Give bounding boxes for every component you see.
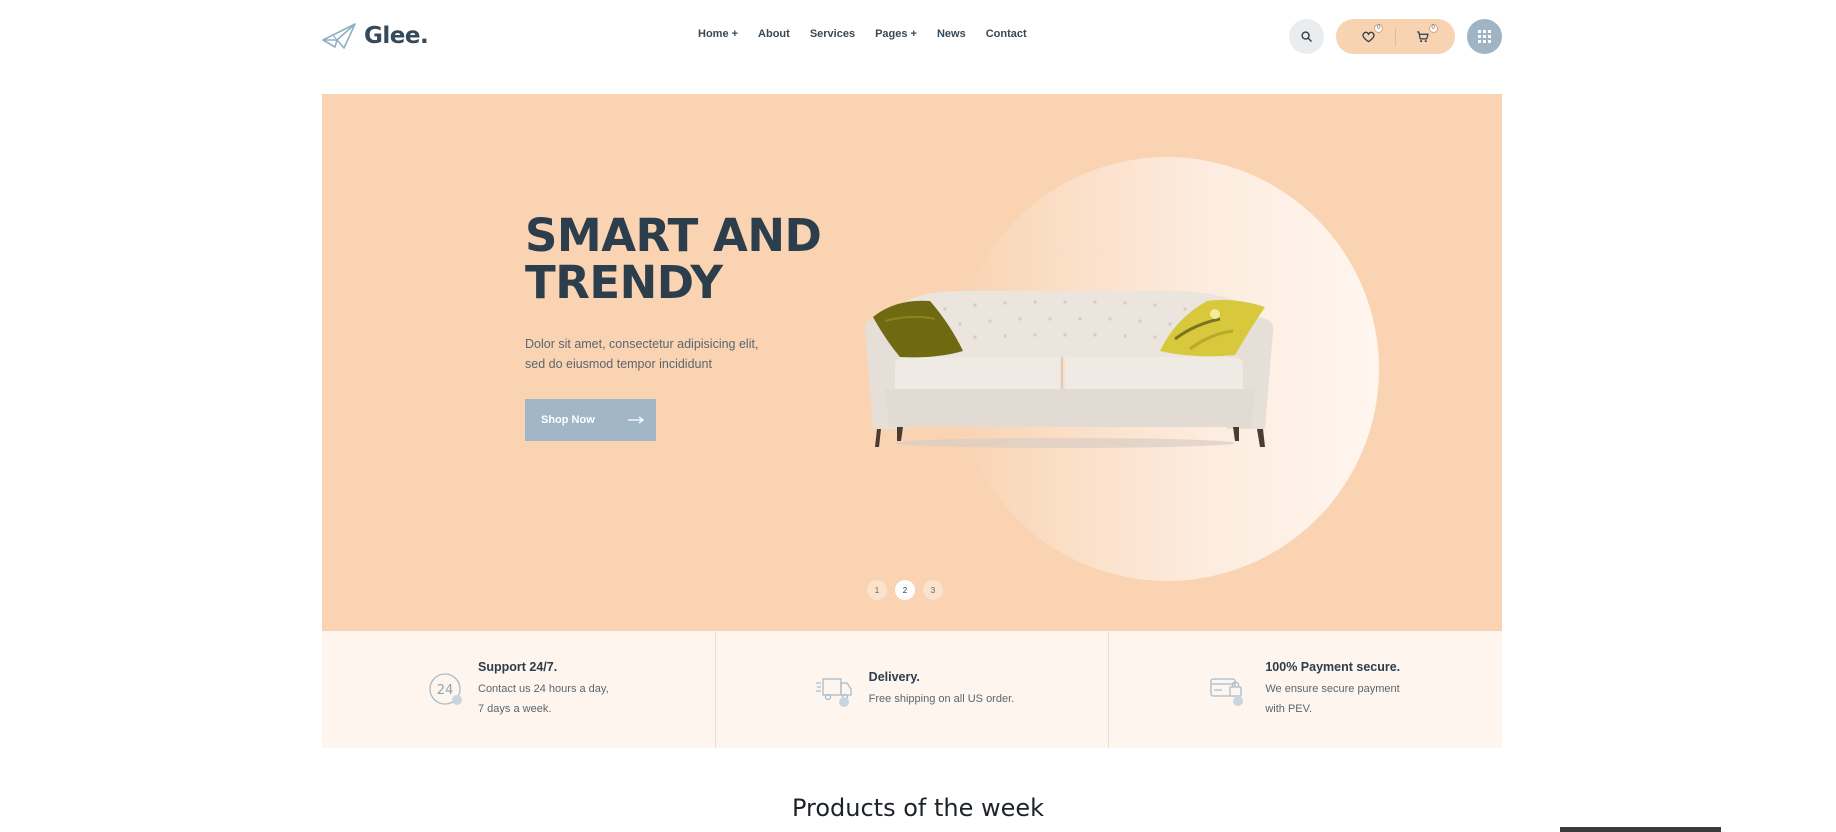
nav-news[interactable]: News xyxy=(937,28,966,40)
nav-services[interactable]: Services xyxy=(810,28,855,40)
grid-menu-icon xyxy=(1478,30,1491,43)
feature-support: 24 Support 24/7. Contact us 24 hours a d… xyxy=(322,631,716,748)
site-header: Glee. Home + About Services Pages + News… xyxy=(0,0,1836,74)
wishlist-button[interactable]: 0 xyxy=(1358,23,1384,47)
shop-now-label: Shop Now xyxy=(541,414,595,426)
paper-plane-logo-icon xyxy=(322,23,356,49)
heart-icon xyxy=(1362,31,1375,42)
floating-bottom-bar[interactable] xyxy=(1560,827,1721,832)
cart-count-badge: 0 xyxy=(1428,23,1438,33)
feature-title-payment: 100% Payment secure. xyxy=(1265,660,1401,674)
feature-payment: 100% Payment secure. We ensure secure pa… xyxy=(1109,631,1502,748)
sofa-image xyxy=(864,290,1274,448)
cart-button[interactable]: 0 xyxy=(1413,23,1438,47)
cart-icon xyxy=(1417,30,1429,42)
logo[interactable]: Glee. xyxy=(322,22,429,50)
feature-text-support-1: Contact us 24 hours a day, xyxy=(478,683,609,695)
svg-text:24: 24 xyxy=(437,683,454,698)
nav-contact[interactable]: Contact xyxy=(986,28,1027,40)
secure-payment-icon xyxy=(1210,678,1244,706)
feature-title-support: Support 24/7. xyxy=(478,660,558,674)
arrow-right-icon xyxy=(628,416,644,424)
products-section-title: Products of the week xyxy=(791,794,1045,822)
main-nav: Home + About Services Pages + News Conta… xyxy=(698,28,1027,40)
hero-desc-line2: sed do eiusmod tempor incididunt xyxy=(525,357,712,371)
features-bar: 24 Support 24/7. Contact us 24 hours a d… xyxy=(322,631,1502,748)
wishlist-count-badge: 0 xyxy=(1374,23,1384,33)
hero-title: SMART AND TRENDY xyxy=(525,212,825,306)
hero-description: Dolor sit amet, consectetur adipisicing … xyxy=(525,334,785,374)
hero-title-line1: SMART AND xyxy=(525,209,822,262)
grid-menu-button[interactable] xyxy=(1467,19,1502,54)
nav-about[interactable]: About xyxy=(758,28,790,40)
nav-home[interactable]: Home + xyxy=(698,28,738,40)
search-button[interactable] xyxy=(1289,19,1324,54)
slide-dot-1[interactable]: 1 xyxy=(867,580,887,600)
hero-desc-line1: Dolor sit amet, consectetur adipisicing … xyxy=(525,337,759,351)
feature-text-delivery-1: Free shipping on all US order. xyxy=(868,693,1015,705)
feature-title-delivery: Delivery. xyxy=(868,670,920,684)
support-24-icon: 24 xyxy=(429,673,462,705)
delivery-truck-icon xyxy=(815,678,852,707)
wishlist-cart-group: 0 0 xyxy=(1336,19,1455,54)
hero-title-line2: TRENDY xyxy=(525,256,723,309)
pill-divider xyxy=(1394,27,1396,46)
nav-pages[interactable]: Pages + xyxy=(875,28,917,40)
slide-dot-2[interactable]: 2 xyxy=(895,580,915,600)
hero-slider: SMART AND TRENDY Dolor sit amet, consect… xyxy=(322,94,1502,631)
feature-text-support-2: 7 days a week. xyxy=(478,703,552,715)
search-icon xyxy=(1301,31,1312,42)
brand-name: Glee. xyxy=(364,23,429,49)
feature-text-payment-2: with PEV. xyxy=(1265,703,1313,715)
feature-text-payment-1: We ensure secure payment xyxy=(1265,683,1400,695)
slide-dot-3[interactable]: 3 xyxy=(923,580,943,600)
slider-pagination: 1 2 3 xyxy=(867,580,943,600)
feature-delivery: Delivery. Free shipping on all US order. xyxy=(716,631,1110,748)
shop-now-button[interactable]: Shop Now xyxy=(525,399,656,441)
